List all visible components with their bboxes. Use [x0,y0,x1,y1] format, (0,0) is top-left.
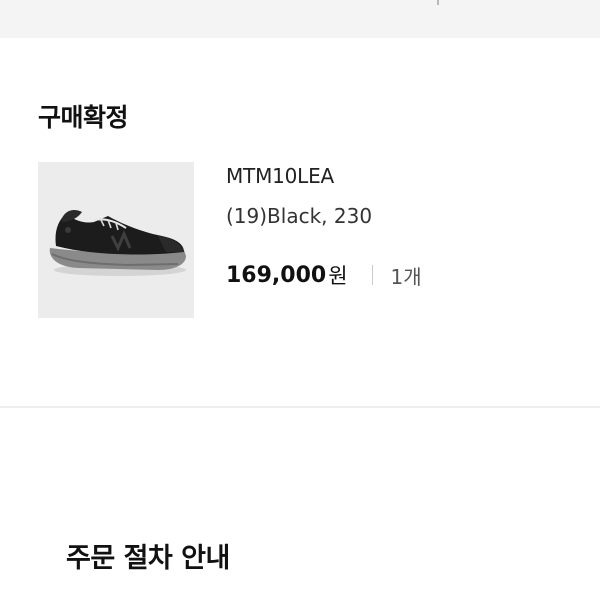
order-section: 구매확정 MTM10LEA (19)Black, 230 169,000 원 1… [0,38,600,406]
price-divider [371,265,373,285]
sneaker-icon [49,210,186,276]
quantity-label: 1개 [390,264,422,289]
order-status-title: 구매확정 [38,103,129,132]
order-guide-title: 주문 절차 안내 [66,543,230,574]
top-edge-mark [437,0,439,5]
top-band [0,0,600,38]
product-name[interactable]: MTM10LEA [226,164,334,188]
product-image[interactable] [38,162,194,318]
section-divider [0,406,600,408]
price-currency: 원 [328,264,348,288]
price-amount: 169,000 [226,262,327,288]
product-option: (19)Black, 230 [226,204,373,228]
price-row: 169,000 원 1개 [226,260,422,290]
